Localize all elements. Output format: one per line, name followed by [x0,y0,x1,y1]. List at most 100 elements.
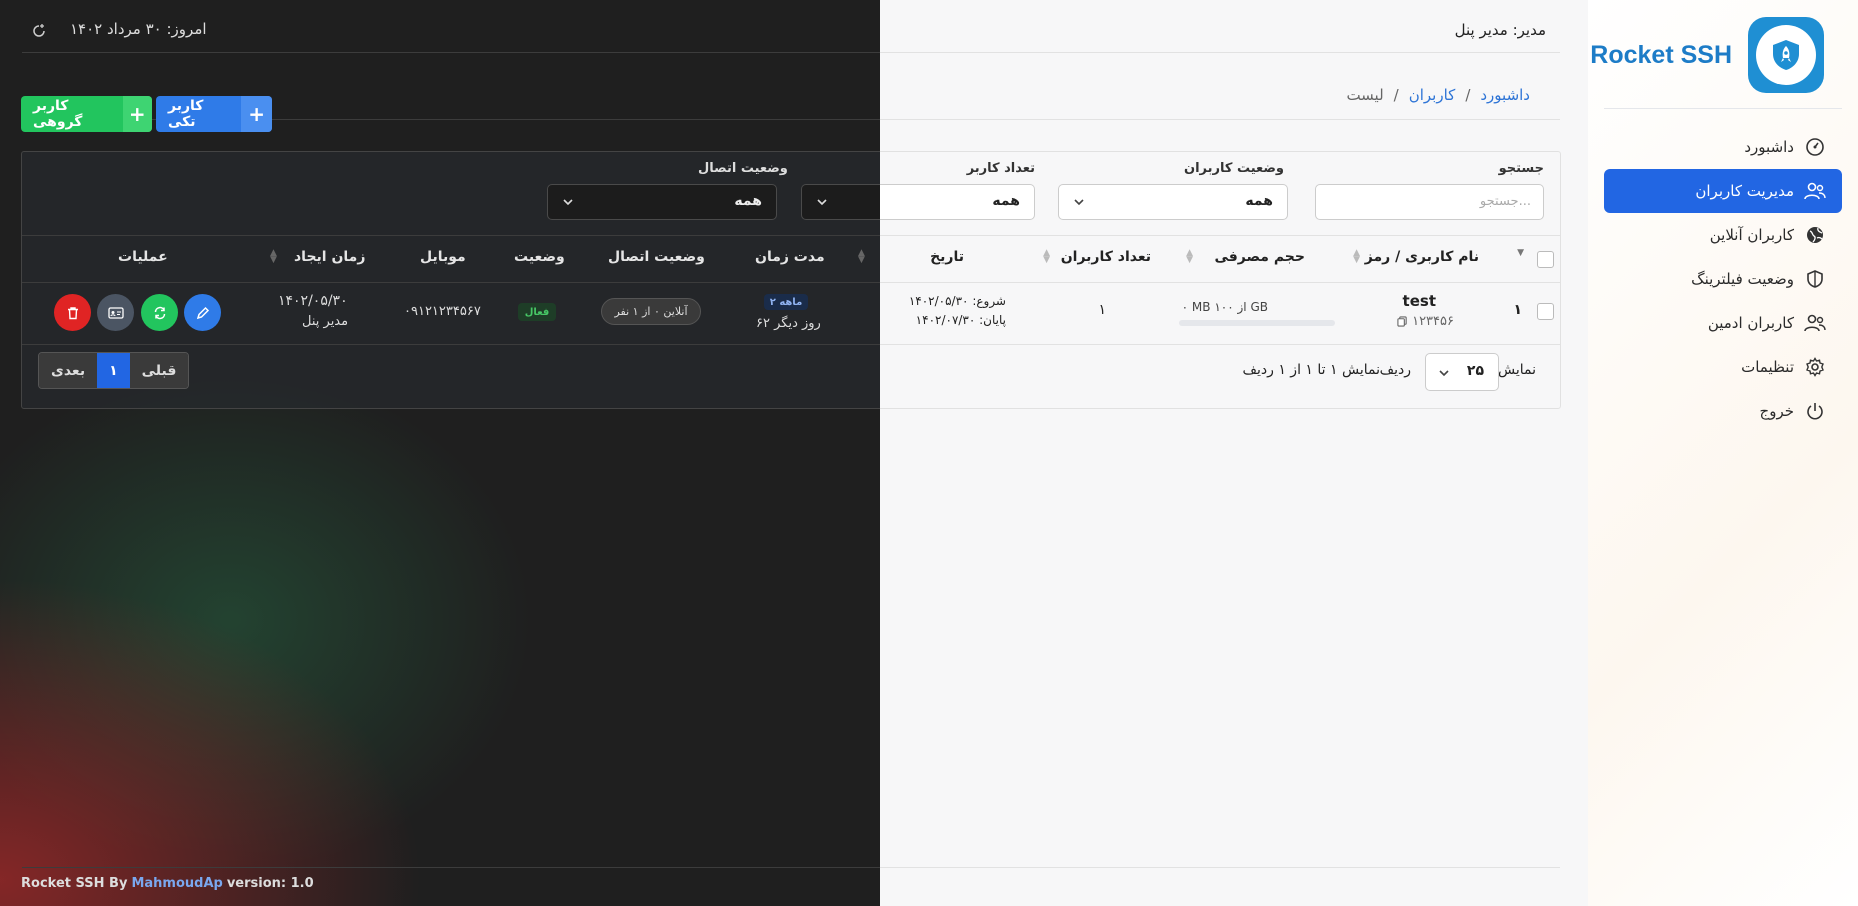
sort-icon[interactable]: ▲ ▼ [1043,249,1050,265]
header-user-count[interactable]: تعداد کاربران [1061,249,1151,265]
search-placeholder: جستجو... [1479,194,1531,209]
sort-desc-icon[interactable]: ▼ [1517,249,1524,258]
sort-icon[interactable]: ▲ ▼ [1186,249,1193,265]
row-created-by: مدیر پنل [302,314,349,329]
row-mobile: ۰۹۱۲۱۲۳۴۵۶۷ [404,304,481,319]
sidebar-item-user-management[interactable]: مدیریت کاربران [1604,169,1842,213]
breadcrumb-users[interactable]: کاربران [1409,86,1456,104]
page-1-button[interactable]: ۱ [97,353,130,388]
footer: Rocket SSH By MahmoudAp version: 1.0 [21,876,314,891]
add-group-user-label: کاربر گروهی [33,98,83,130]
shield-icon [1802,266,1828,292]
row-checkbox[interactable] [1537,303,1554,320]
sidebar-item-settings[interactable]: تنظیمات [1604,345,1842,389]
rows-label: ردیف [1379,362,1411,378]
remaining-days: ۶۲ روز دیگر [756,316,821,331]
sidebar-item-online-users[interactable]: کاربران آنلاین [1604,213,1842,257]
sidebar-item-logout[interactable]: خروج [1604,389,1842,433]
user-count-select[interactable]: همه [880,184,1035,220]
row-end-date: پایان: ۱۴۰۲/۰۷/۳۰ [915,313,1006,327]
dashboard-gauge-icon [1802,134,1828,160]
connection-status-label: وضعیت اتصال [698,161,788,176]
header-username[interactable]: نام کاربری / رمز [1365,249,1479,265]
sidebar-item-filtering-status[interactable]: وضعیت فیلترینگ [1604,257,1842,301]
trash-icon [67,306,78,319]
header-duration[interactable]: مدت زمان [755,249,825,265]
search-label: جستجو [1498,161,1544,176]
sidebar-item-label: کاربران ادمین [1707,314,1794,332]
select-all-checkbox[interactable] [1537,251,1554,268]
connection-pill: آنلاین ۰ از ۱ نفر [601,298,701,325]
per-page-select[interactable]: ۲۵ [1425,353,1499,391]
duration-badge: ۲ ماهه [764,294,808,310]
chevron-down-icon [817,199,827,206]
header-connection[interactable]: وضعیت اتصال [608,249,705,265]
renew-button[interactable] [141,294,178,331]
sidebar-item-dashboard[interactable]: داشبورد [1604,125,1842,169]
header-divider [22,52,880,53]
footer-divider [880,867,1560,868]
globe-icon [1802,222,1828,248]
edit-button[interactable] [184,294,221,331]
user-details-button[interactable] [97,294,134,331]
pagination-summary: نمایش ۱ تا ۱ از ۱ ردیف [1242,362,1380,378]
sort-icon[interactable]: ▲ ▼ [270,249,277,265]
user-status-select[interactable]: همه [1058,184,1288,220]
footer-version: version: 1.0 [226,876,314,891]
user-count-select-dark[interactable] [801,184,880,220]
user-count-value: همه [992,193,1020,209]
header-mobile[interactable]: موبایل [420,249,466,265]
sidebar-item-admin-users[interactable]: کاربران ادمین [1604,301,1842,345]
add-single-user-button[interactable]: + کاربر تکی [156,96,272,132]
row-traffic: ۰ MB از ۱۰۰ GB [1181,300,1268,314]
sidebar-item-label: خروج [1759,402,1794,420]
user-status-label: وضعیت کاربران [1183,161,1284,176]
sidebar-menu: داشبورد مدیریت کاربران کاربران آنلاین وض… [1604,125,1842,433]
add-single-user-label: کاربر تکی [168,98,204,130]
next-page-button[interactable]: بعدی [39,353,98,388]
header-status[interactable]: وضعیت [514,249,565,265]
sidebar-item-label: تنظیمات [1741,358,1794,376]
search-input[interactable]: جستجو... [1315,184,1544,220]
header-traffic[interactable]: حجم مصرفی [1214,249,1305,265]
sort-icon[interactable]: ▲ ▼ [858,249,865,265]
theme-toggle-icon[interactable] [31,23,47,39]
pencil-icon [196,306,209,319]
brand[interactable]: Rocket SSH [1588,17,1824,93]
row-start-date: شروع: ۱۴۰۲/۰۵/۳۰ [908,294,1006,308]
sidebar-item-label: داشبورد [1744,138,1794,156]
users-manage-icon [1802,178,1828,204]
breadcrumb-home[interactable]: داشبورد [1480,86,1530,104]
sidebar-item-label: کاربران آنلاین [1709,226,1794,244]
chevron-down-icon [1439,370,1449,377]
row-password: ۱۲۳۴۵۶ [1397,314,1454,329]
row-user-count: ۱ [1098,302,1106,318]
gear-icon [1802,354,1828,380]
add-group-user-button[interactable]: + کاربر گروهی [21,96,152,132]
footer-author-link[interactable]: MahmoudAp [131,876,222,891]
row-created-date: ۱۴۰۲/۰۵/۳۰ [278,293,348,309]
brand-name: Rocket SSH [1590,41,1732,69]
sidebar: Rocket SSH داشبورد مدیریت کاربران کاربرا… [1588,0,1858,906]
delete-button[interactable] [54,294,91,331]
id-card-icon [107,306,124,319]
sort-icon[interactable]: ▲ ▼ [1353,249,1360,265]
connection-status-select[interactable]: همه [547,184,777,220]
rocket-icon [1773,40,1799,70]
power-icon [1802,398,1828,424]
breadcrumb: داشبورد / کاربران / لیست [1346,86,1530,104]
sidebar-item-label: مدیریت کاربران [1695,182,1794,200]
admin-users-icon [1802,310,1828,336]
breadcrumb-current: لیست [1346,86,1384,104]
connection-status-value: همه [734,193,762,209]
header-date[interactable]: تاریخ [930,249,964,265]
prev-page-button[interactable]: قبلی [129,353,189,388]
user-status-value: همه [1245,193,1273,209]
header-created[interactable]: زمان ایجاد [294,249,365,265]
plus-icon: + [241,96,272,132]
header-divider [880,52,1560,53]
copy-icon[interactable] [1397,316,1408,327]
filter-divider [880,235,1560,236]
breadcrumb-separator: / [1465,86,1471,104]
row-username: test [1402,292,1436,310]
